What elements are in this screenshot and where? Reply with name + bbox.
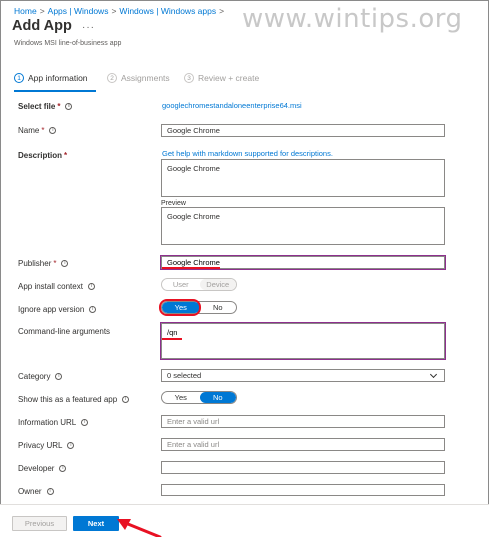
page-title: Add App <box>12 18 72 34</box>
more-options-button[interactable]: ··· <box>82 22 95 33</box>
category-value: 0 selected <box>167 371 202 380</box>
chevron-down-icon <box>429 370 438 378</box>
next-button[interactable]: Next <box>73 516 119 531</box>
info-icon[interactable]: i <box>65 103 73 110</box>
info-icon[interactable]: i <box>55 373 63 380</box>
annotation-arrow-icon <box>117 519 162 537</box>
info-icon[interactable]: i <box>67 442 75 449</box>
featured-toggle[interactable]: Yes No <box>161 391 237 404</box>
tab-assignments[interactable]: 2 Assignments <box>107 73 170 83</box>
step-number: 1 <box>14 73 24 83</box>
privacy-url-label: Privacy URL i <box>18 441 75 450</box>
ignore-version-no[interactable]: No <box>200 302 237 313</box>
developer-input[interactable] <box>161 461 445 474</box>
preview-label: Preview <box>161 200 186 207</box>
description-textarea[interactable]: Google Chrome <box>161 159 445 197</box>
developer-label: Developer i <box>18 464 67 473</box>
info-icon[interactable]: i <box>87 283 95 290</box>
info-url-input[interactable]: Enter a valid url <box>161 415 445 428</box>
footer-bar: Previous Next <box>0 504 489 537</box>
watermark: www.wintips.org <box>242 4 463 34</box>
privacy-url-input[interactable]: Enter a valid url <box>161 438 445 451</box>
breadcrumb-separator: > <box>39 6 45 16</box>
install-context-user: User <box>172 280 189 289</box>
info-icon[interactable]: i <box>122 396 130 403</box>
info-icon[interactable]: i <box>61 260 69 267</box>
breadcrumb: Home > Apps | Windows > Windows | Windows ap… <box>14 6 227 16</box>
publisher-label: Publisher * i <box>18 259 69 268</box>
install-context-label: App install context i <box>18 282 95 291</box>
step-label: Assignments <box>121 73 170 83</box>
owner-label: Owner i <box>18 487 54 496</box>
info-url-label: Information URL i <box>18 418 89 427</box>
step-number: 2 <box>107 73 117 83</box>
info-icon[interactable]: i <box>49 127 57 134</box>
name-input[interactable]: Google Chrome <box>161 124 445 137</box>
breadcrumb-windows-apps[interactable]: Windows | Windows apps <box>119 6 216 16</box>
page-subtitle: Windows MSI line-of-business app <box>14 40 122 47</box>
step-label: Review + create <box>198 73 260 83</box>
tab-app-information[interactable]: 1 App information <box>14 73 88 83</box>
featured-yes[interactable]: Yes <box>162 392 200 403</box>
wizard-steps: 1 App information 2 Assignments 3 Review… <box>14 73 274 92</box>
annotation-highlight-yes <box>159 299 201 316</box>
info-icon[interactable]: i <box>89 306 97 313</box>
name-label: Name * i <box>18 126 57 135</box>
cmdline-label: Command-line arguments <box>18 327 111 336</box>
install-context-toggle: User Device <box>161 278 237 291</box>
breadcrumb-separator: > <box>219 6 225 16</box>
install-context-device: Device <box>199 279 236 290</box>
category-label: Category i <box>18 372 63 381</box>
breadcrumb-apps-windows[interactable]: Apps | Windows <box>48 6 109 16</box>
breadcrumb-separator: > <box>111 6 117 16</box>
markdown-help-link[interactable]: Get help with markdown supported for des… <box>162 149 333 158</box>
info-icon[interactable]: i <box>81 419 89 426</box>
description-label: Description * <box>18 151 68 160</box>
owner-input[interactable] <box>161 484 445 496</box>
select-file-label: Select file * i <box>18 102 73 111</box>
category-dropdown[interactable]: 0 selected <box>161 369 445 382</box>
annotation-underline-cmdline <box>162 338 182 340</box>
description-preview: Google Chrome <box>161 207 445 245</box>
info-icon[interactable]: i <box>46 488 54 495</box>
active-step-indicator <box>14 90 96 92</box>
previous-button[interactable]: Previous <box>12 516 67 531</box>
ignore-version-label: Ignore app version i <box>18 305 97 314</box>
info-icon[interactable]: i <box>59 465 67 472</box>
featured-no[interactable]: No <box>199 392 236 403</box>
cmdline-focus-outline <box>160 322 446 360</box>
selected-file-link[interactable]: googlechromestandaloneenterprise64.msi <box>162 101 302 110</box>
annotation-underline-publisher <box>162 267 220 269</box>
step-number: 3 <box>184 73 194 83</box>
breadcrumb-home[interactable]: Home <box>14 6 37 16</box>
step-label: App information <box>28 73 88 83</box>
featured-label: Show this as a featured app i <box>18 395 130 404</box>
tab-review-create[interactable]: 3 Review + create <box>184 73 259 83</box>
